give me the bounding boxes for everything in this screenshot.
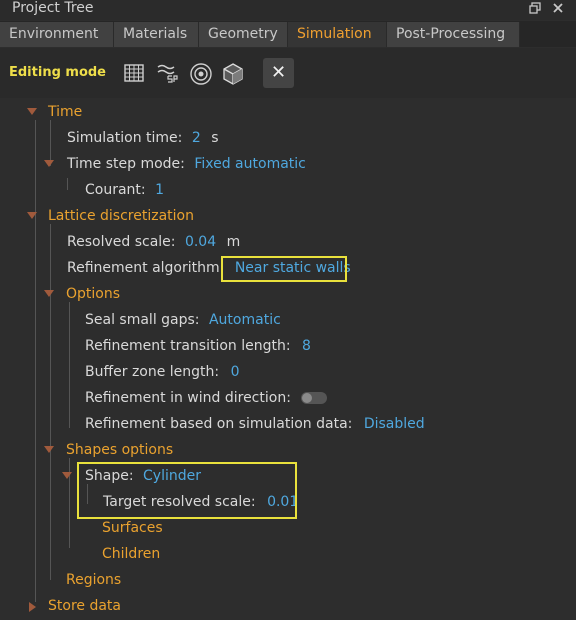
tab-simulation[interactable]: Simulation [288,22,387,47]
tree-node-store-data[interactable]: Store data [48,596,121,616]
toolbar: Editing mode ✕ [0,48,576,98]
expand-arrow-icon[interactable] [62,472,72,479]
buffer-zone-length-label: Buffer zone length: [85,364,220,380]
resolved-scale-unit: m [226,234,241,250]
tab-materials[interactable]: Materials [114,22,199,47]
highlight-box [77,462,297,519]
project-tree: Time Simulation time: 2 s Time step mode… [0,98,576,620]
simulation-time-label: Simulation time: [67,130,183,146]
wind-sp-icon[interactable] [156,62,180,86]
radar-target-icon[interactable] [189,62,213,86]
refinement-wind-direction-label: Refinement in wind direction: [85,390,291,406]
highlight-box [221,256,347,282]
refinement-based-on-simulation-row[interactable]: Refinement based on simulation data: Dis… [85,414,425,434]
time-step-mode-row[interactable]: Time step mode: Fixed automatic [67,154,306,174]
seal-small-gaps-label: Seal small gaps: [85,312,200,328]
expand-arrow-icon[interactable] [44,446,54,453]
tab-post-processing[interactable]: Post-Processing [387,22,520,47]
tab-geometry[interactable]: Geometry [199,22,288,47]
tree-node-time[interactable]: Time [48,102,82,122]
courant-row[interactable]: Courant: 1 [85,180,164,200]
grid-table-icon[interactable] [123,62,147,86]
expand-arrow-icon[interactable] [27,212,37,219]
seal-small-gaps-value[interactable]: Automatic [209,312,281,328]
refinement-transition-length-row[interactable]: Refinement transition length: 8 [85,336,311,356]
tab-environment[interactable]: Environment [0,22,114,47]
buffer-zone-length-row[interactable]: Buffer zone length: 0 [85,362,240,382]
refinement-transition-length-label: Refinement transition length: [85,338,291,354]
refinement-wind-direction-row[interactable]: Refinement in wind direction: [85,388,328,408]
close-editing-mode-button[interactable]: ✕ [263,58,294,88]
cube-icon[interactable] [221,62,245,86]
simulation-time-row[interactable]: Simulation time: 2 s [67,128,219,148]
resolved-scale-row[interactable]: Resolved scale: 0.04 m [67,232,240,252]
seal-small-gaps-row[interactable]: Seal small gaps: Automatic [85,310,281,330]
time-step-mode-value[interactable]: Fixed automatic [194,156,306,172]
panel-title-bar: Project Tree [0,0,576,20]
float-window-icon[interactable] [528,2,542,16]
editing-mode-label: Editing mode [9,65,106,80]
time-step-mode-label: Time step mode: [67,156,185,172]
buffer-zone-length-value[interactable]: 0 [231,364,240,380]
simulation-time-unit: s [211,130,219,146]
expand-arrow-icon[interactable] [27,108,37,115]
tree-node-options[interactable]: Options [66,284,120,304]
expand-arrow-icon[interactable] [44,290,54,297]
resolved-scale-label: Resolved scale: [67,234,176,250]
resolved-scale-value[interactable]: 0.04 [185,234,216,250]
expand-arrow-icon[interactable] [44,160,54,167]
courant-label: Courant: [85,182,146,198]
courant-value[interactable]: 1 [155,182,164,198]
refinement-algorithm-label: Refinement algorithm: [67,260,225,276]
collapse-arrow-icon[interactable] [29,602,36,612]
simulation-time-value[interactable]: 2 [192,130,201,146]
tree-node-children[interactable]: Children [102,544,160,564]
tree-node-surfaces[interactable]: Surfaces [102,518,163,538]
close-window-icon[interactable] [551,2,565,16]
refinement-based-on-simulation-value[interactable]: Disabled [364,416,425,432]
tree-node-lattice-discretization[interactable]: Lattice discretization [48,206,194,226]
panel-title: Project Tree [12,0,94,16]
refinement-based-on-simulation-label: Refinement based on simulation data: [85,416,353,432]
tree-node-shapes-options[interactable]: Shapes options [66,440,173,460]
tab-bar: Environment Materials Geometry Simulatio… [0,21,576,47]
wind-direction-toggle[interactable] [301,392,328,404]
refinement-transition-length-value[interactable]: 8 [302,338,311,354]
tree-node-regions[interactable]: Regions [66,570,121,590]
